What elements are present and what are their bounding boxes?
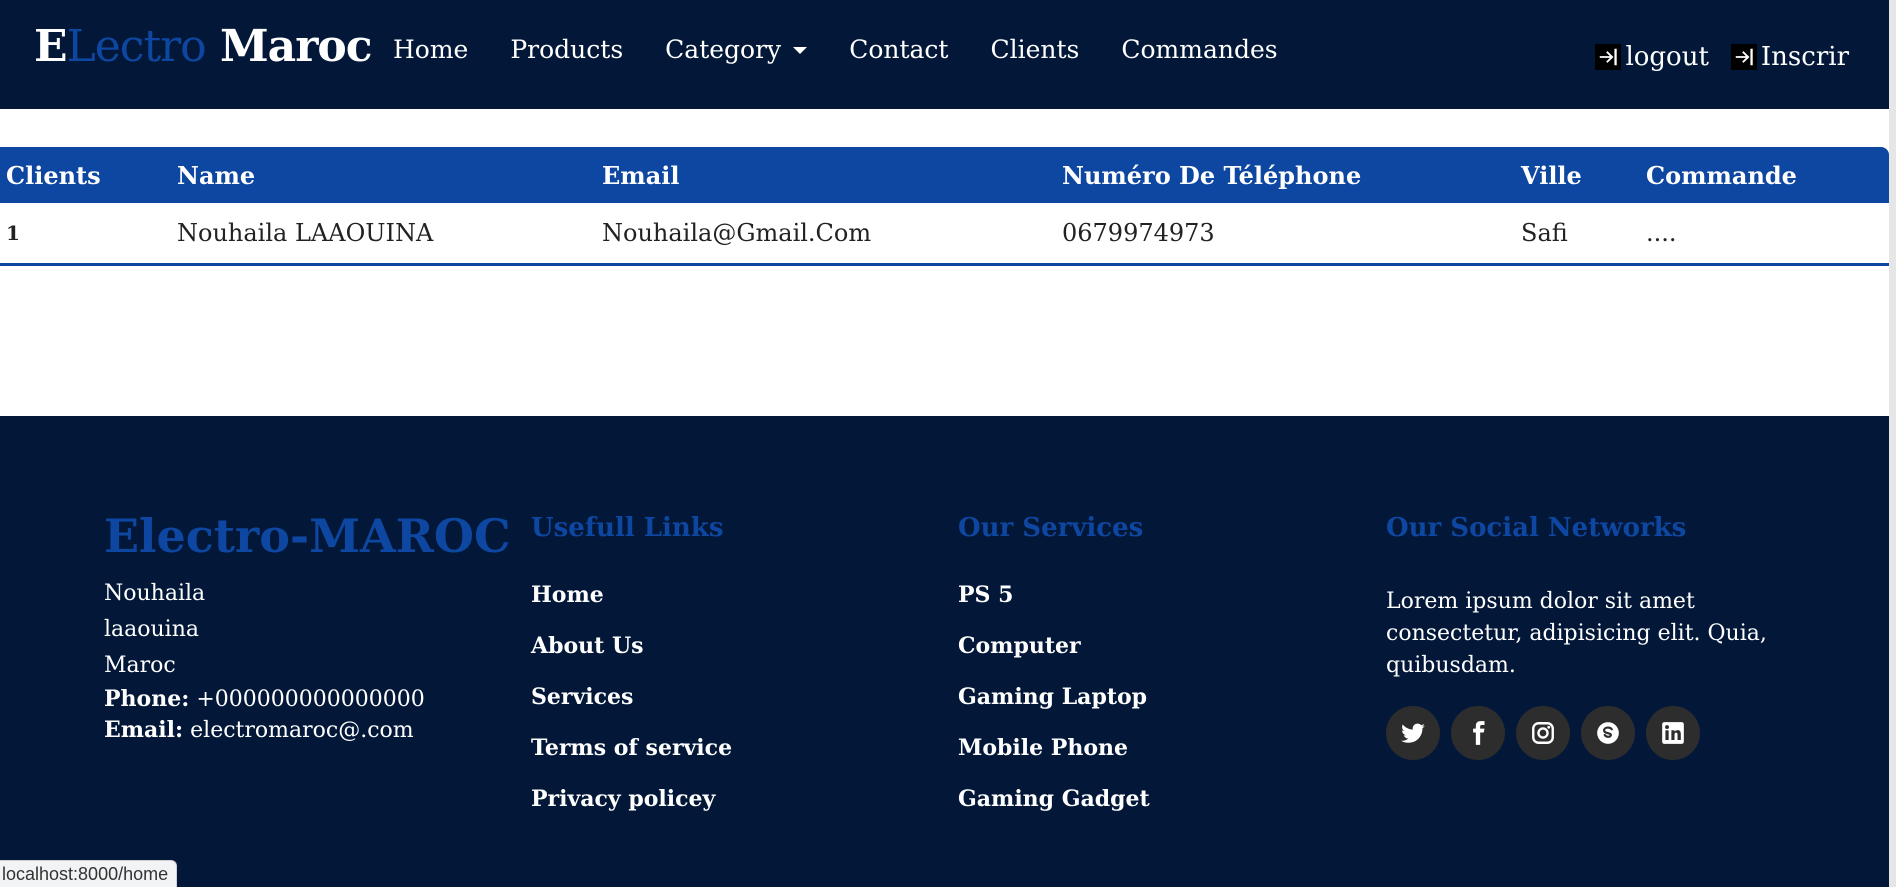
services-list: PS 5 Computer Gaming Laptop Mobile Phone… xyxy=(958,570,1150,825)
brand-maroc: Maroc xyxy=(205,21,373,72)
col-header-phone: Numéro De Téléphone xyxy=(1062,160,1362,190)
instagram-icon[interactable] xyxy=(1516,706,1570,760)
twitter-icon[interactable] xyxy=(1386,706,1440,760)
links-heading: Usefull Links xyxy=(531,513,724,543)
service-link-gaming-laptop[interactable]: Gaming Laptop xyxy=(958,672,1150,723)
service-link-computer[interactable]: Computer xyxy=(958,621,1150,672)
footer-link-services[interactable]: Services xyxy=(531,672,732,723)
useful-links-list: Home About Us Services Terms of service … xyxy=(531,570,732,825)
auth-links: logout Inscrir xyxy=(1573,42,1849,72)
inscrir-label: Inscrir xyxy=(1760,42,1849,72)
cell-phone: 0679974973 xyxy=(1056,203,1515,266)
brand-letter-e: E xyxy=(34,21,68,72)
cell-commande: .... xyxy=(1640,203,1889,266)
col-header-ville: Ville xyxy=(1521,160,1582,190)
footer-phone: Phone: +000000000000000 xyxy=(104,684,511,715)
facebook-icon[interactable] xyxy=(1451,706,1505,760)
clients-table: Clients Name Email Numéro De Téléphone V… xyxy=(0,147,1889,266)
footer-link-home[interactable]: Home xyxy=(531,570,732,621)
nav-menu: Home Products Category Contact Clients C… xyxy=(393,32,1320,68)
footer-address: Nouhaila laaouina Maroc xyxy=(104,576,511,684)
service-link-ps5[interactable]: PS 5 xyxy=(958,570,1150,621)
page-scrollbar[interactable] xyxy=(1889,0,1896,887)
footer-link-terms[interactable]: Terms of service xyxy=(531,723,732,774)
status-bar-url: localhost:8000/home xyxy=(0,860,178,887)
site-footer: Electro-MAROC Nouhaila laaouina Maroc Ph… xyxy=(0,416,1889,887)
login-arrow-icon xyxy=(1595,44,1622,70)
cell-email: Nouhaila@Gmail.Com xyxy=(596,203,1056,266)
cell-name: Nouhaila LAAOUINA xyxy=(171,203,596,266)
skype-icon[interactable] xyxy=(1581,706,1635,760)
logout-label: logout xyxy=(1625,42,1709,72)
nav-commandes[interactable]: Commandes xyxy=(1121,32,1277,68)
address-line: Nouhaila xyxy=(104,581,206,606)
col-header-clients: Clients xyxy=(6,160,101,190)
top-navbar: ELectro Maroc Home Products Category Con… xyxy=(0,0,1889,109)
address-line: laaouina xyxy=(104,617,200,642)
nav-home[interactable]: Home xyxy=(393,32,468,68)
email-label: Email: xyxy=(104,717,184,743)
address-line: Maroc xyxy=(104,653,176,678)
caret-down-icon xyxy=(793,46,808,54)
nav-category-label: Category xyxy=(665,35,782,64)
cell-ville: Safi xyxy=(1515,203,1640,266)
phone-value: +000000000000000 xyxy=(196,687,425,712)
nav-category-dropdown[interactable]: Category xyxy=(665,32,808,68)
nav-contact[interactable]: Contact xyxy=(849,32,948,68)
inscrir-link[interactable]: Inscrir xyxy=(1730,42,1849,72)
footer-social-column: Our Social Networks Lorem ipsum dolor si… xyxy=(1386,508,1806,760)
col-header-commande: Commande xyxy=(1646,160,1797,190)
email-value: electromaroc@.com xyxy=(190,718,414,743)
brand-lectro: Lectro xyxy=(66,21,207,72)
logout-link[interactable]: logout xyxy=(1595,42,1709,72)
linkedin-icon[interactable] xyxy=(1646,706,1700,760)
nav-products[interactable]: Products xyxy=(510,32,623,68)
brand-logo[interactable]: ELectro Maroc xyxy=(34,21,373,72)
col-header-email: Email xyxy=(602,160,680,190)
table-row: 1 Nouhaila LAAOUINA Nouhaila@Gmail.Com 0… xyxy=(0,203,1889,266)
footer-links-column: Usefull Links Home About Us Services Ter… xyxy=(531,508,732,825)
footer-email: Email: electromaroc@.com xyxy=(104,715,511,746)
services-heading: Our Services xyxy=(958,513,1144,543)
col-header-name: Name xyxy=(177,160,256,190)
footer-contact-column: Electro-MAROC Nouhaila laaouina Maroc Ph… xyxy=(104,508,511,746)
footer-link-about[interactable]: About Us xyxy=(531,621,732,672)
service-link-gaming-gadget[interactable]: Gaming Gadget xyxy=(958,774,1150,825)
table-header-row: Clients Name Email Numéro De Téléphone V… xyxy=(0,147,1889,203)
phone-label: Phone: xyxy=(104,686,190,712)
footer-brand: Electro-MAROC xyxy=(104,509,511,563)
social-icons xyxy=(1386,706,1806,760)
social-heading: Our Social Networks xyxy=(1386,513,1687,543)
social-description: Lorem ipsum dolor sit amet consectetur, … xyxy=(1386,589,1767,678)
login-arrow-icon xyxy=(1730,44,1757,70)
service-link-mobile-phone[interactable]: Mobile Phone xyxy=(958,723,1150,774)
footer-link-privacy[interactable]: Privacy policey xyxy=(531,774,732,825)
nav-clients[interactable]: Clients xyxy=(990,32,1079,68)
footer-services-column: Our Services PS 5 Computer Gaming Laptop… xyxy=(958,508,1150,825)
cell-client-id: 1 xyxy=(0,203,171,266)
